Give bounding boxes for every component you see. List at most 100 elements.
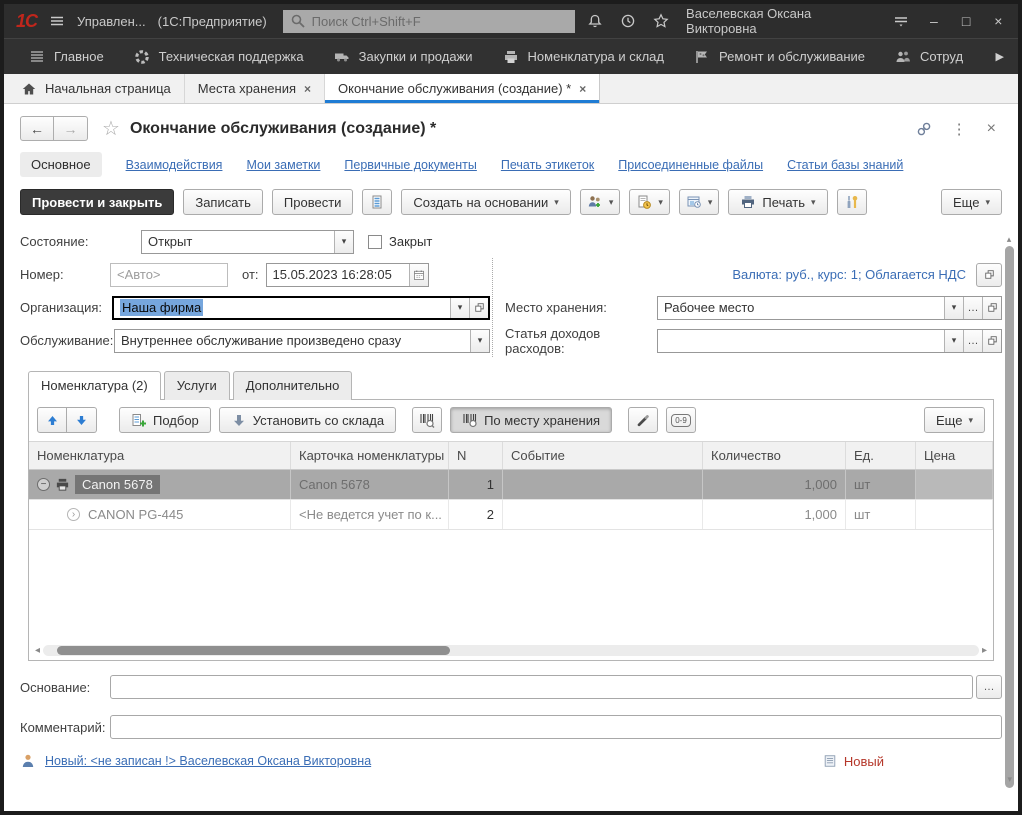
open-item-icon[interactable]: [469, 298, 488, 318]
scrollbar-thumb[interactable]: [57, 646, 450, 655]
table-row[interactable]: › CANON PG-445 <Не ведется учет по к... …: [29, 500, 993, 530]
current-user-name[interactable]: Васелевская Оксана Викторовна: [686, 6, 876, 36]
scroll-down-icon[interactable]: ▾: [1007, 774, 1012, 785]
sections-overflow-arrow[interactable]: ▶: [996, 50, 1008, 63]
move-up-button[interactable]: [37, 407, 67, 433]
barcode-scan-button[interactable]: [412, 407, 442, 433]
navlink-my-notes[interactable]: Мои заметки: [246, 158, 320, 172]
comment-input[interactable]: [110, 715, 1002, 739]
favorite-star-icon[interactable]: ☆: [102, 116, 120, 141]
chevron-down-icon[interactable]: ▾: [944, 330, 963, 352]
choose-ellipsis-button[interactable]: …: [963, 330, 982, 352]
navlink-interactions[interactable]: Взаимодействия: [126, 158, 223, 172]
tasks-button[interactable]: ▾: [679, 189, 720, 215]
col-header-nomenclature[interactable]: Номенклатура: [29, 442, 291, 469]
date-input[interactable]: 15.05.2023 16:28:05: [266, 263, 429, 287]
post-and-close-button[interactable]: Провести и закрыть: [20, 189, 174, 215]
hamburger-icon[interactable]: [49, 13, 65, 29]
scroll-up-icon[interactable]: ▴: [1007, 234, 1012, 244]
back-button[interactable]: ←: [20, 116, 54, 141]
form-close-icon[interactable]: ×: [987, 120, 996, 138]
scrollbar-track[interactable]: [43, 645, 979, 656]
storage-place-input[interactable]: Рабочее место ▾ …: [657, 296, 1002, 320]
closed-checkbox[interactable]: [368, 235, 382, 249]
collapse-row-icon[interactable]: −: [37, 478, 50, 491]
get-link-icon[interactable]: [916, 121, 932, 137]
tab-services[interactable]: Услуги: [164, 371, 230, 400]
post-button[interactable]: Провести: [272, 189, 354, 215]
chevron-down-icon[interactable]: ▾: [450, 298, 469, 318]
section-stock[interactable]: Номенклатура и склад: [488, 39, 679, 74]
maximize-button[interactable]: □: [958, 13, 973, 29]
col-header-price[interactable]: Цена: [916, 442, 993, 469]
assign-performer-button[interactable]: ▾: [580, 189, 621, 215]
open-item-icon[interactable]: [982, 297, 1001, 319]
scrollbar-thumb[interactable]: [1005, 246, 1014, 788]
number-input[interactable]: <Авто>: [110, 263, 228, 287]
minimize-button[interactable]: –: [926, 13, 941, 29]
tab-home[interactable]: Начальная страница: [8, 74, 185, 103]
save-button[interactable]: Записать: [183, 189, 263, 215]
move-down-button[interactable]: [67, 407, 97, 433]
basis-input[interactable]: [110, 675, 973, 699]
by-storage-place-button[interactable]: По месту хранения: [450, 407, 612, 433]
chevron-down-icon[interactable]: ▾: [470, 330, 489, 352]
tab-close-icon[interactable]: ×: [304, 82, 311, 96]
section-staff[interactable]: Сотруд: [880, 39, 978, 74]
scroll-left-icon[interactable]: ◂: [35, 645, 40, 656]
col-header-event[interactable]: Событие: [503, 442, 703, 469]
chevron-down-icon[interactable]: ▾: [944, 297, 963, 319]
vertical-scrollbar[interactable]: ▴: [1003, 234, 1015, 790]
open-item-icon[interactable]: [982, 330, 1001, 352]
more-actions-icon[interactable]: ⋮: [952, 120, 967, 138]
service-type-select[interactable]: Внутреннее обслуживание произведено сраз…: [114, 329, 490, 353]
service-menu-icon[interactable]: [893, 13, 909, 29]
chevron-down-icon[interactable]: ▾: [334, 231, 353, 253]
digits-entry-button[interactable]: 0-9: [666, 407, 696, 433]
create-on-basis-button[interactable]: Создать на основании ▾: [401, 189, 570, 215]
tab-storage-places[interactable]: Места хранения ×: [185, 74, 325, 103]
navlink-label-printing[interactable]: Печать этикеток: [501, 158, 594, 172]
posting-results-button[interactable]: [362, 189, 392, 215]
tab-additional[interactable]: Дополнительно: [233, 371, 353, 400]
navlink-knowledge-base[interactable]: Статьи базы знаний: [787, 158, 903, 172]
col-header-n[interactable]: N: [449, 442, 503, 469]
forward-button[interactable]: →: [54, 116, 88, 141]
notifications-bell-icon[interactable]: [587, 13, 603, 29]
tools-button[interactable]: [837, 189, 867, 215]
table-row[interactable]: − Canon 5678 Canon 5678 1 1,000 шт: [29, 470, 993, 500]
history-clock-icon[interactable]: [620, 13, 636, 29]
income-expense-input[interactable]: ▾ …: [657, 329, 1002, 353]
section-main[interactable]: Главное: [14, 39, 119, 74]
navlink-attached-files[interactable]: Присоединенные файлы: [618, 158, 763, 172]
section-tech-support[interactable]: Техническая поддержка: [119, 39, 319, 74]
stylus-scan-button[interactable]: [628, 407, 658, 433]
col-header-unit[interactable]: Ед.: [846, 442, 916, 469]
scroll-right-icon[interactable]: ▸: [982, 645, 987, 656]
window-close-button[interactable]: ×: [991, 13, 1006, 29]
set-from-warehouse-button[interactable]: Установить со склада: [219, 407, 396, 433]
grid-more-button[interactable]: Еще ▾: [924, 407, 985, 433]
basis-ellipsis-button[interactable]: …: [976, 675, 1002, 699]
col-header-quantity[interactable]: Количество: [703, 442, 846, 469]
navlink-main[interactable]: Основное: [20, 152, 102, 177]
reminder-button[interactable]: ▾: [629, 189, 670, 215]
global-search-input[interactable]: Поиск Ctrl+Shift+F: [283, 10, 575, 33]
organization-input[interactable]: Наша фирма ▾: [112, 296, 490, 320]
section-repair-service[interactable]: Ремонт и обслуживание: [679, 39, 880, 74]
currency-link[interactable]: Валюта: руб., курс: 1; Облагается НДС: [732, 267, 966, 282]
section-purchases-sales[interactable]: Закупки и продажи: [319, 39, 488, 74]
tab-service-completion[interactable]: Окончание обслуживания (создание) * ×: [325, 74, 600, 103]
calendar-icon[interactable]: [409, 264, 428, 286]
document-more-button[interactable]: Еще ▾: [941, 189, 1002, 215]
favorites-star-icon[interactable]: [653, 13, 669, 29]
navlink-primary-docs[interactable]: Первичные документы: [344, 158, 476, 172]
currency-open-icon[interactable]: [976, 263, 1002, 287]
document-status-link[interactable]: Новый: <не записан !> Васелевская Оксана…: [45, 754, 371, 768]
tab-close-icon[interactable]: ×: [579, 82, 586, 96]
state-select[interactable]: Открыт ▾: [141, 230, 354, 254]
pick-button[interactable]: Подбор: [119, 407, 211, 433]
col-header-card[interactable]: Карточка номенклатуры: [291, 442, 449, 469]
horizontal-scrollbar[interactable]: ◂ ▸: [35, 644, 987, 657]
choose-ellipsis-button[interactable]: …: [963, 297, 982, 319]
